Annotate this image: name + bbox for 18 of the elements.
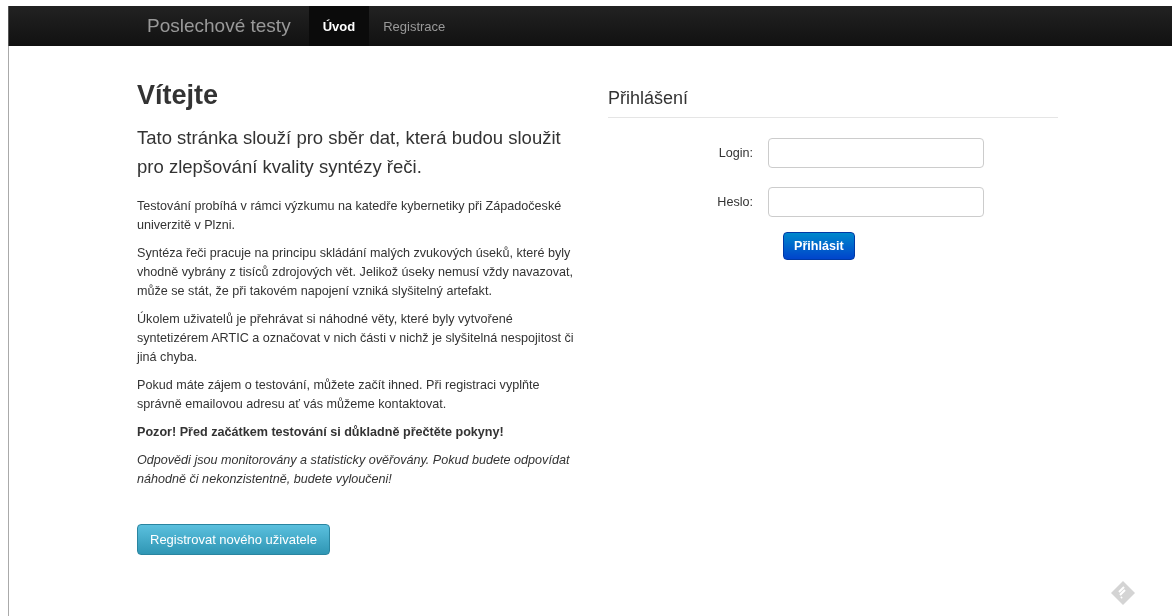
field-label: Login: bbox=[717, 146, 754, 160]
paragraph: Úkolem uživatelů je přehrávat si náhodné věty, které byly vytvořené syntetizérem ARTIC a označovat v nich části v nichž je slyšitelná nespojitost či jiná chyba. bbox=[137, 310, 575, 366]
nav-tab[interactable]: Registrace bbox=[369, 6, 460, 46]
paragraph: Testování probíhá v rámci výzkumu na katedře kybernetiky při Západočeské univerzitě v Plzni. bbox=[137, 198, 563, 234]
note-text: Odpovědi jsou monitorovány a statisticky ověřovány. Pokud budete odpovídat náhodně či nekonzistentně, budete vyloučeni! bbox=[137, 452, 571, 488]
paragraph: Pokud máte zájem o testování, můžete začít ihned. Při registraci vyplňte správně emailovou adresu ať vás můžeme kontaktovat. bbox=[137, 377, 541, 413]
login-title: Přihlášení bbox=[608, 80, 1058, 118]
page-title: Vítejte bbox=[137, 80, 220, 111]
field-label: Heslo: bbox=[716, 195, 754, 209]
lead-text: Tato stránka slouží pro sběr dat, která budou sloužit pro zlepšování kvality syntézy řeči. bbox=[137, 126, 562, 179]
login-button[interactable]: Přihlásit bbox=[783, 232, 855, 260]
paragraph: Syntéza řeči pracuje na principu skládání malých zvukových úseků, které byly vhodně vybrány z tisíců zdrojových vět. Jelikož úseky nemusí vždy navazovat, může se stát, že při takovém napojení vzniká slyšitelný artefakt. bbox=[137, 245, 575, 300]
brand-title[interactable]: Poslechové testy bbox=[137, 6, 309, 46]
input-field[interactable] bbox=[768, 138, 984, 168]
feed-icon[interactable] bbox=[1110, 580, 1136, 606]
warning-text: Pozor! Před začátkem testování si důkladně přečtěte pokyny! bbox=[137, 424, 505, 441]
nav-tab[interactable]: Úvod bbox=[308, 6, 370, 46]
input-field[interactable] bbox=[768, 187, 984, 217]
